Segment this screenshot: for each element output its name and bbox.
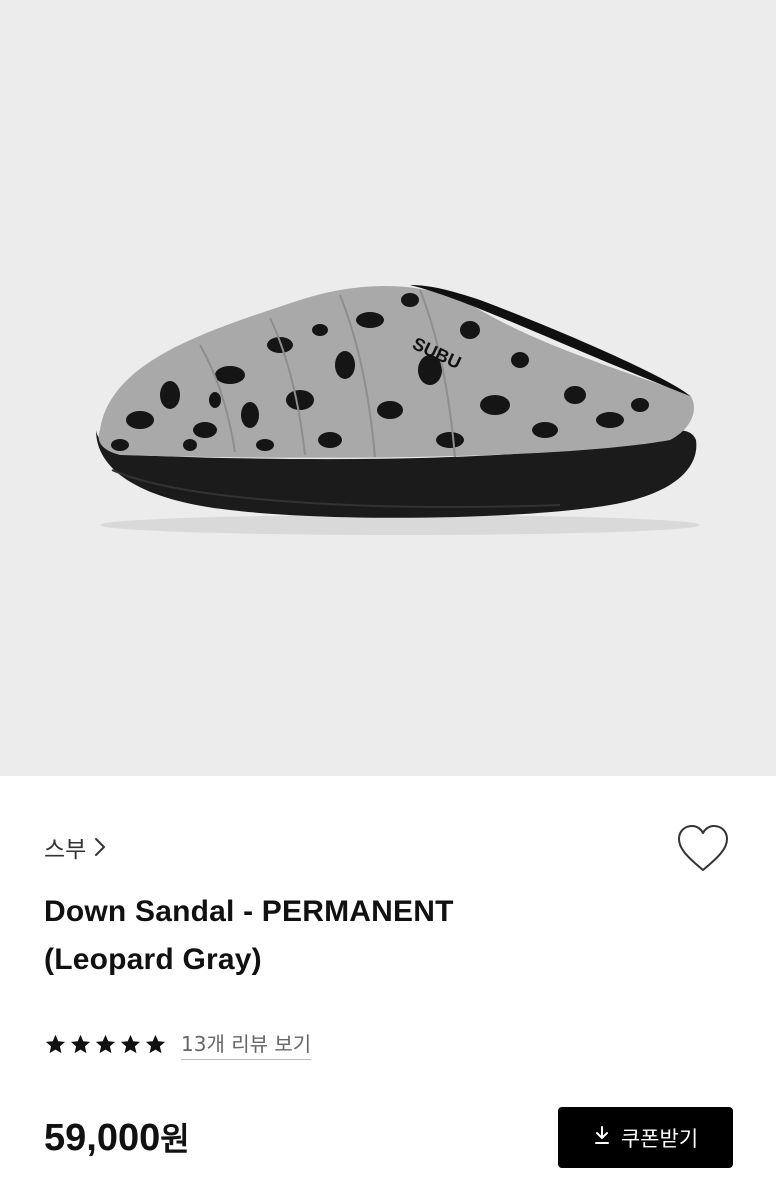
product-info: 스부 Down Sandal - PERMANENT (Leopard Gray… [0, 776, 776, 1200]
price-unit: 원 [160, 1121, 190, 1157]
price-value: 59,000 [44, 1117, 161, 1159]
star-filled-icon [95, 1034, 116, 1053]
star-filled-icon [145, 1034, 166, 1053]
heart-outline-icon[interactable] [676, 824, 730, 874]
slipper-illustration: SUBU [96, 285, 700, 535]
brand-link[interactable]: 스부 [44, 830, 106, 864]
product-title-line-2: (Leopard Gray) [44, 943, 262, 976]
star-filled-icon [120, 1034, 141, 1053]
review-link[interactable]: 13개 리뷰 보기 [181, 1028, 312, 1060]
star-filled-icon [70, 1034, 91, 1053]
wishlist-button[interactable] [676, 824, 730, 874]
price: 59,000원 [44, 1114, 190, 1160]
star-rating [44, 1033, 167, 1056]
product-title-line-1: Down Sandal - PERMANENT [44, 895, 454, 928]
brand-name[interactable]: 스부 [44, 830, 86, 864]
download-icon [593, 1125, 611, 1150]
coupon-label: 쿠폰받기 [620, 1126, 699, 1151]
rating-row: 13개 리뷰 보기 [44, 1028, 312, 1060]
product-image: SUBU [0, 0, 776, 776]
product-title: Down Sandal - PERMANENT (Leopard Gray) [44, 888, 604, 984]
chevron-right-icon [94, 837, 106, 857]
coupon-button[interactable]: 쿠폰받기 [558, 1107, 733, 1168]
star-filled-icon [45, 1034, 66, 1053]
